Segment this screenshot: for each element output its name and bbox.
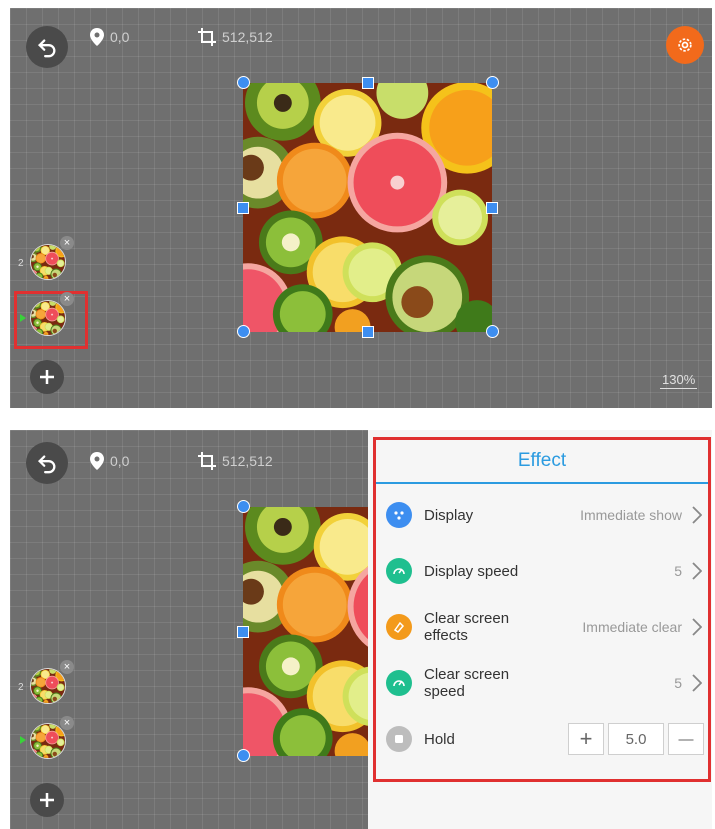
size-readout: 512,512 (198, 452, 273, 470)
undo-button[interactable] (26, 442, 68, 484)
resize-handle-bottom-left[interactable] (237, 325, 250, 338)
close-icon[interactable]: × (60, 716, 74, 730)
settings-button[interactable] (666, 26, 704, 64)
program-thumbnail-selected[interactable] (30, 300, 66, 336)
resize-handle-top-left[interactable] (237, 76, 250, 89)
plus-icon (40, 370, 54, 384)
program-number: 2 (18, 682, 24, 693)
size-value: 512,512 (222, 453, 273, 469)
crop-icon (198, 452, 216, 470)
play-indicator-icon (20, 314, 26, 322)
resize-handle-bottom-left[interactable] (237, 749, 250, 762)
position-readout: 0,0 (90, 28, 129, 46)
resize-handle-left[interactable] (237, 202, 249, 214)
fruit-thumbnail-image (31, 245, 65, 279)
add-program-button[interactable] (30, 783, 64, 817)
undo-button[interactable] (26, 26, 68, 68)
position-value: 0,0 (110, 29, 130, 45)
size-value: 512,512 (222, 29, 273, 45)
location-pin-icon (90, 452, 104, 470)
resize-handle-top-left[interactable] (237, 500, 250, 513)
fruit-thumbnail-image (31, 724, 65, 758)
close-icon[interactable]: × (60, 660, 74, 674)
zoom-level[interactable]: 130% (660, 372, 698, 389)
fruit-thumbnail-image (31, 301, 65, 335)
play-indicator-icon (20, 736, 26, 744)
close-icon[interactable]: × (60, 292, 74, 306)
resize-handle-left[interactable] (237, 626, 249, 638)
gear-icon (678, 38, 692, 52)
program-number: 2 (18, 258, 24, 269)
effect-panel-highlight (373, 437, 711, 782)
fruit-thumbnail-image (31, 669, 65, 703)
program-thumbnail[interactable] (30, 244, 66, 280)
add-program-button[interactable] (30, 360, 64, 394)
fruit-slices-image (243, 83, 492, 332)
close-icon[interactable]: × (60, 236, 74, 250)
location-pin-icon (90, 28, 104, 46)
resize-handle-top[interactable] (362, 77, 374, 89)
undo-icon (38, 39, 56, 58)
canvas-image[interactable] (243, 83, 492, 332)
editor-canvas-top: 0,0 512,512 2 × × 130% (10, 8, 712, 408)
resize-handle-bottom[interactable] (362, 326, 374, 338)
program-thumbnail-selected[interactable] (30, 723, 66, 759)
resize-handle-top-right[interactable] (486, 76, 499, 89)
resize-handle-bottom-right[interactable] (486, 325, 499, 338)
size-readout: 512,512 (198, 28, 273, 46)
plus-icon (40, 793, 54, 807)
position-value: 0,0 (110, 453, 130, 469)
resize-handle-right[interactable] (486, 202, 498, 214)
crop-icon (198, 28, 216, 46)
undo-icon (38, 455, 56, 474)
position-readout: 0,0 (90, 452, 129, 470)
program-thumbnail[interactable] (30, 668, 66, 704)
